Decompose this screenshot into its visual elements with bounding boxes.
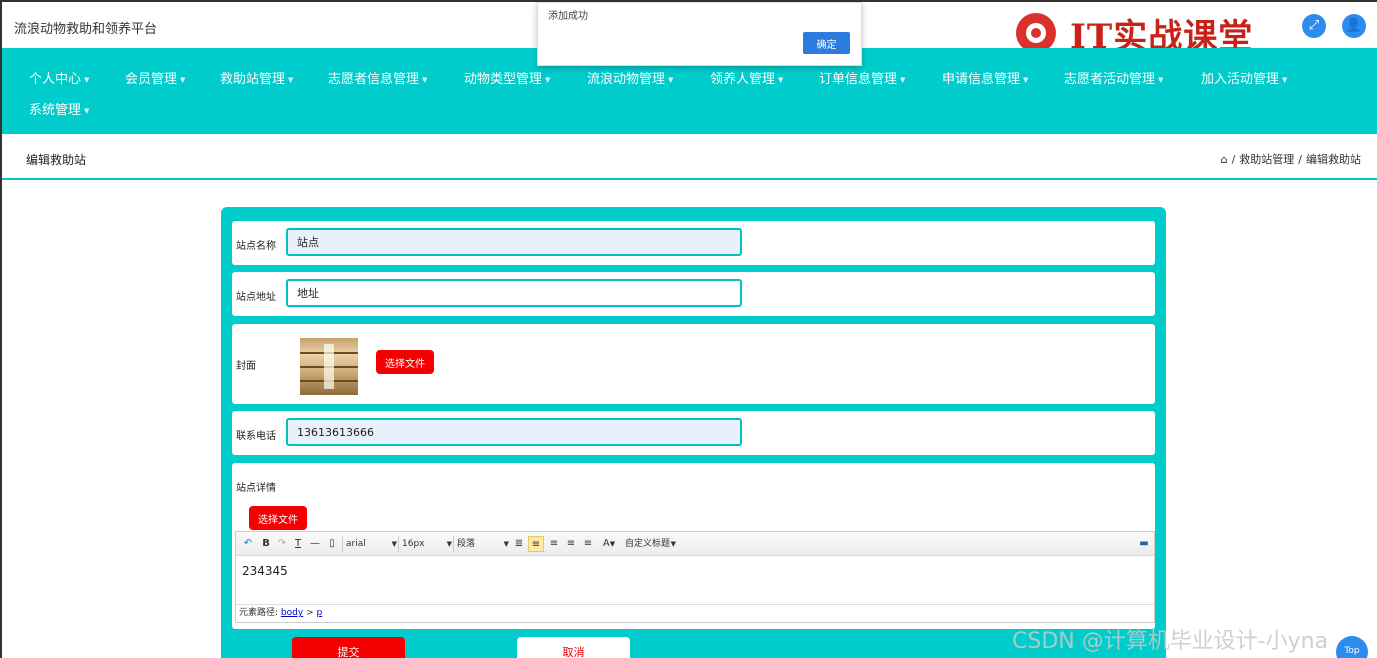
caret-down-icon: ▼ (1023, 75, 1029, 84)
form-row-address: 站点地址 (232, 272, 1155, 316)
chevron-down-icon: ▼ (670, 540, 676, 548)
cover-choose-file-button[interactable]: 选择文件 (376, 350, 434, 374)
field-label: 站点地址 (236, 292, 276, 303)
caret-down-icon: ▼ (900, 75, 906, 84)
bold-icon[interactable]: B (260, 536, 272, 552)
editor-element-path: 元素路径: body > p (236, 604, 1154, 622)
nav-item-rescue-station[interactable]: 救助站管理 ▼ (220, 68, 293, 87)
phone-input[interactable] (286, 418, 742, 446)
caret-down-icon: ▼ (1158, 75, 1164, 84)
back-to-top-button[interactable]: Top (1336, 636, 1368, 658)
watermark: CSDN @计算机毕业设计-小yna (1012, 629, 1329, 654)
app-title: 流浪动物救助和领养平台 (14, 22, 158, 37)
caret-down-icon: ▼ (545, 75, 551, 84)
horizontal-rule-icon[interactable]: — (309, 536, 321, 552)
caret-down-icon: ▼ (668, 75, 674, 84)
submit-button[interactable]: 提交 (292, 637, 405, 658)
align-left-icon[interactable]: ≡ (528, 536, 544, 552)
chrome-logo-icon (1016, 13, 1056, 53)
caret-down-icon: ▼ (84, 75, 90, 84)
user-icon[interactable]: 👤 (1342, 14, 1366, 38)
caret-down-icon: ▼ (288, 75, 294, 84)
underline-icon[interactable]: T (292, 536, 304, 552)
detail-choose-file-button[interactable]: 选择文件 (249, 506, 307, 530)
caret-down-icon: ▼ (422, 75, 428, 84)
field-label: 站点名称 (236, 241, 276, 252)
cover-image (300, 338, 358, 395)
caret-down-icon: ▼ (778, 75, 784, 84)
cancel-button[interactable]: 取消 (517, 637, 630, 658)
caret-down-icon: ▼ (180, 75, 186, 84)
nav-item-animal-type[interactable]: 动物类型管理 ▼ (464, 68, 550, 87)
nav-item-stray-animal[interactable]: 流浪动物管理 ▼ (587, 68, 673, 87)
path-p-link[interactable]: p (316, 608, 322, 618)
form-row-phone: 联系电话 (232, 411, 1155, 455)
undo-icon[interactable]: ↶ (242, 536, 254, 552)
paragraph-select[interactable]: 段落 ▼ (453, 536, 509, 552)
nav-item-adopter[interactable]: 领养人管理 ▼ (710, 68, 783, 87)
font-color-icon[interactable]: A▼ (600, 536, 618, 552)
alert-confirm-button[interactable]: 确定 (803, 32, 850, 54)
nav-item-member[interactable]: 会员管理 ▼ (125, 68, 185, 87)
nav-item-personal-center[interactable]: 个人中心 ▼ (29, 68, 89, 87)
redo-icon[interactable]: ↷ (276, 536, 288, 552)
font-family-select[interactable]: arial ▼ (342, 536, 397, 552)
nav-item-order[interactable]: 订单信息管理 ▼ (819, 68, 905, 87)
station-address-input[interactable] (286, 279, 742, 307)
form-row-name: 站点名称 (232, 221, 1155, 265)
chevron-down-icon: ▼ (391, 540, 397, 548)
custom-title-select[interactable]: 自定义标题 ▼ (622, 536, 676, 552)
alert-dialog: 添加成功 确定 (537, 2, 862, 66)
station-name-input[interactable] (286, 228, 742, 256)
nav-item-volunteer-info[interactable]: 志愿者信息管理 ▼ (328, 68, 427, 87)
align-right-icon[interactable]: ≡ (565, 536, 577, 552)
field-label: 联系电话 (236, 431, 276, 442)
chevron-down-icon: ▼ (503, 540, 509, 548)
alert-message: 添加成功 (548, 11, 588, 22)
align-center-icon[interactable]: ≡ (548, 536, 560, 552)
field-label: 封面 (236, 361, 256, 372)
nav-item-volunteer-activity[interactable]: 志愿者活动管理 ▼ (1064, 68, 1163, 87)
breadcrumb: ⌂ / 救助站管理 / 编辑救助站 (1220, 153, 1361, 166)
indent-icon[interactable]: ≣ (513, 536, 525, 552)
home-icon[interactable]: ⌂ (1221, 153, 1228, 166)
fullscreen-editor-icon[interactable]: ▬ (1138, 536, 1150, 552)
fullscreen-icon[interactable]: ⤢ (1302, 14, 1326, 38)
nav-item-system[interactable]: 系统管理 ▼ (29, 99, 89, 118)
document-icon[interactable]: ▯ (326, 536, 338, 552)
breadcrumb-item[interactable]: 救助站管理 (1239, 153, 1294, 166)
breadcrumb-item: 编辑救助站 (1306, 153, 1361, 166)
chevron-down-icon: ▼ (446, 540, 452, 548)
form-row-detail: 站点详情 选择文件 ↶ B ↷ T — ▯ arial ▼ 16px ▼ 段落 … (232, 463, 1155, 629)
form-row-cover: 封面 选择文件 (232, 324, 1155, 404)
page-title: 编辑救助站 (26, 153, 87, 167)
field-label: 站点详情 (236, 483, 276, 494)
app-window: 流浪动物救助和领养平台 IT实战课堂 ⤢ 👤 添加成功 确定 个人中心 ▼ 会员管… (0, 0, 1377, 658)
caret-down-icon: ▼ (1282, 75, 1288, 84)
editor-content[interactable]: 234345 (242, 564, 288, 578)
nav-item-application[interactable]: 申请信息管理 ▼ (942, 68, 1028, 87)
editor-toolbar: ↶ B ↷ T — ▯ arial ▼ 16px ▼ 段落 ▼ ≣ ≡ ≡ ≡ … (236, 532, 1154, 556)
breadcrumb-bar: 编辑救助站 ⌂ / 救助站管理 / 编辑救助站 (2, 134, 1377, 180)
font-size-select[interactable]: 16px ▼ (398, 536, 452, 552)
caret-down-icon: ▼ (84, 106, 90, 115)
align-justify-icon[interactable]: ≡ (582, 536, 594, 552)
path-body-link[interactable]: body (281, 608, 303, 618)
form-panel: 站点名称 站点地址 封面 选择文件 联系电话 站点详情 选择文件 (221, 207, 1166, 658)
nav-item-join-activity[interactable]: 加入活动管理 ▼ (1201, 68, 1287, 87)
rich-text-editor: ↶ B ↷ T — ▯ arial ▼ 16px ▼ 段落 ▼ ≣ ≡ ≡ ≡ … (235, 531, 1155, 623)
